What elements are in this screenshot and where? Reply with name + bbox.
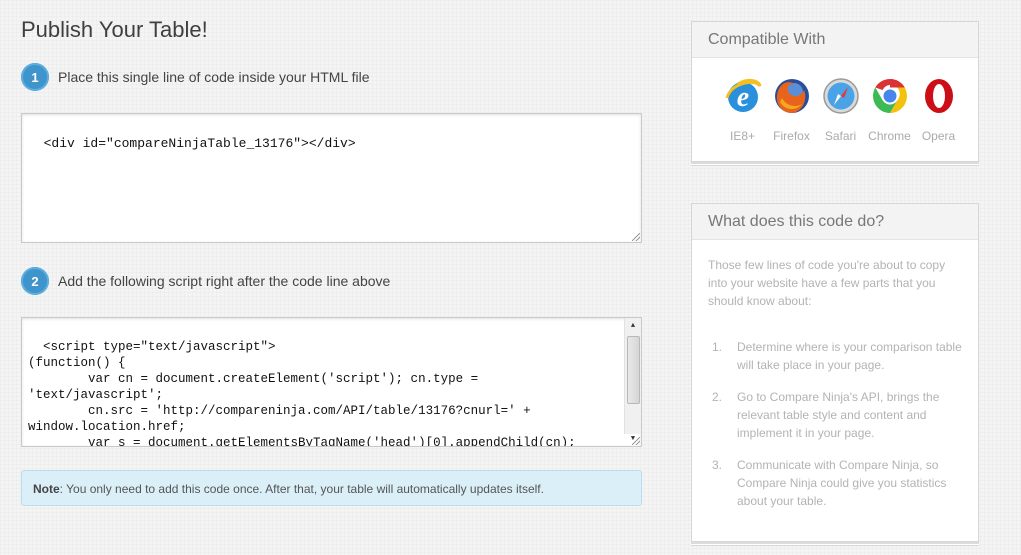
browser-name-safari: Safari xyxy=(824,129,857,143)
chrome-icon xyxy=(872,79,907,113)
step-1-badge: 1 xyxy=(21,63,49,91)
compatible-panel: Compatible With e IE8+ Firefox Safari Ch… xyxy=(691,21,979,162)
vertical-scrollbar[interactable]: ▲ ▼ xyxy=(624,318,641,443)
svg-text:e: e xyxy=(736,82,748,113)
browser-name-ie: IE8+ xyxy=(729,129,756,143)
browser-firefox: Firefox xyxy=(767,76,816,143)
browser-ie: e IE8+ xyxy=(718,76,767,143)
safari-icon xyxy=(822,78,859,114)
explanation-title: What does this code do? xyxy=(692,204,978,240)
list-item: 3. Communicate with Compare Ninja, so Com… xyxy=(712,458,947,508)
html-code-textarea[interactable]: <div id="compareNinjaTable_13176"></div> xyxy=(21,113,642,243)
resize-grip-icon[interactable] xyxy=(632,437,640,445)
note-label: Note xyxy=(33,482,60,496)
explanation-list: 1. Determine where is your comparison tab… xyxy=(708,338,962,510)
explanation-body: Those few lines of code you're about to … xyxy=(692,240,978,510)
script-code-textarea[interactable]: <script type="text/javascript"> (functio… xyxy=(21,317,642,447)
explanation-intro: Those few lines of code you're about to … xyxy=(708,258,946,308)
step-2-badge: 2 xyxy=(21,267,49,295)
html-code-text: <div id="compareNinjaTable_13176"></div> xyxy=(43,136,356,151)
code-explanation-panel: What does this code do? Those few lines … xyxy=(691,203,979,542)
browser-opera: Opera xyxy=(914,76,963,143)
note-box: Note: You only need to add this code onc… xyxy=(21,470,642,506)
resize-grip-icon[interactable] xyxy=(632,233,640,241)
list-item: 1. Determine where is your comparison tab… xyxy=(712,340,962,372)
firefox-icon xyxy=(774,79,809,113)
browser-list: e IE8+ Firefox Safari Chrome Opera xyxy=(692,58,978,143)
browser-name-opera: Opera xyxy=(921,129,956,143)
step-1-label: Place this single line of code inside yo… xyxy=(58,69,370,85)
browser-chrome: Chrome xyxy=(865,76,914,143)
page-title: Publish Your Table! xyxy=(21,17,208,42)
scroll-up-icon[interactable]: ▲ xyxy=(625,319,641,333)
step-2-label: Add the following script right after the… xyxy=(58,273,391,289)
ie-icon: e xyxy=(725,78,761,113)
scroll-thumb[interactable] xyxy=(627,336,640,404)
browser-name-firefox: Firefox xyxy=(773,129,810,143)
browser-name-chrome: Chrome xyxy=(868,129,911,143)
opera-icon xyxy=(924,79,953,113)
browser-safari: Safari xyxy=(816,76,865,143)
note-text: : You only need to add this code once. A… xyxy=(59,482,544,496)
compatible-title: Compatible With xyxy=(692,22,978,58)
script-code-text: <script type="text/javascript"> (functio… xyxy=(28,340,576,447)
list-item: 2. Go to Compare Ninja's API, brings the … xyxy=(712,390,940,440)
